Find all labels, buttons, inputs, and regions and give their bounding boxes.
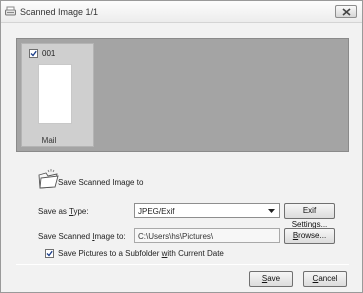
scanner-icon	[5, 6, 16, 17]
subfolder-checkbox[interactable]	[45, 249, 54, 258]
scanned-image-dialog: Scanned Image 1/1 001 Mail Save Scanned …	[0, 0, 363, 293]
footer-divider	[16, 264, 349, 265]
save-button[interactable]: Save	[249, 271, 293, 287]
save-path-label: Save Scanned Image to:	[38, 232, 126, 241]
save-path-value: C:\Users\hs\Pictures\	[138, 232, 214, 241]
browse-button[interactable]: Browse...	[284, 228, 335, 244]
thumbnail-label: Mail	[41, 136, 57, 145]
chevron-down-icon	[268, 209, 275, 213]
thumbnail-item[interactable]: 001 Mail	[21, 43, 94, 147]
save-type-label: Save as Type:	[38, 207, 89, 216]
save-type-select[interactable]: JPEG/Exif	[134, 203, 280, 218]
subfolder-label[interactable]: Save Pictures to a Subfolder with Curren…	[58, 249, 224, 258]
save-path-field[interactable]: C:\Users\hs\Pictures\	[134, 228, 280, 243]
checkmark-icon	[46, 250, 53, 257]
exif-settings-button[interactable]: Exif Settings...	[284, 203, 335, 229]
close-button[interactable]	[335, 5, 357, 18]
section-title: Save Scanned Image to	[58, 178, 144, 187]
title-bar[interactable]: Scanned Image 1/1	[1, 1, 362, 23]
thumbnail-checkbox[interactable]	[29, 49, 38, 58]
cancel-button[interactable]: Cancel	[303, 271, 347, 287]
thumbnail-page-preview	[38, 64, 72, 124]
thumbnail-panel[interactable]: 001 Mail	[16, 38, 349, 152]
close-icon	[342, 8, 351, 16]
thumbnail-number: 001	[42, 49, 56, 58]
save-type-value: JPEG/Exif	[138, 207, 175, 216]
window-title: Scanned Image 1/1	[20, 7, 99, 17]
checkmark-icon	[30, 50, 37, 57]
folder-icon	[36, 167, 60, 193]
